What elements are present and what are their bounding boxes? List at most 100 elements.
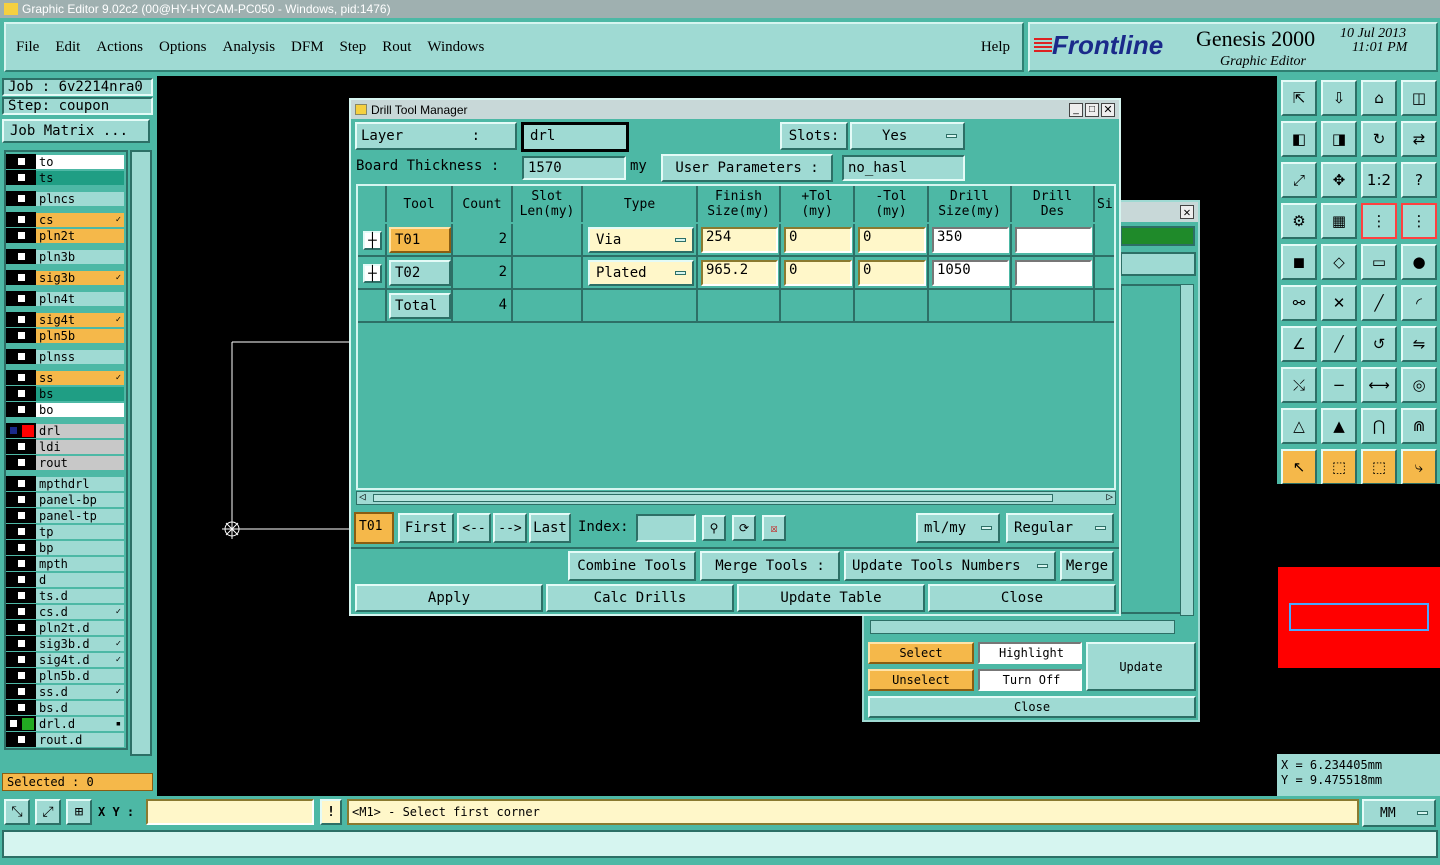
- layer-checkbox-cell[interactable]: [6, 620, 36, 635]
- arch-icon[interactable]: ⋂: [1361, 408, 1397, 444]
- select-box-icon[interactable]: ⬚: [1321, 449, 1357, 485]
- layer-name[interactable]: cs: [36, 212, 124, 227]
- layer-input[interactable]: drl: [521, 122, 629, 152]
- minus-tol-input[interactable]: 0: [858, 260, 926, 286]
- layer-checkbox-cell[interactable]: [6, 312, 36, 327]
- layer-row-bp[interactable]: bp: [6, 540, 124, 555]
- layer-row-sig3b-d[interactable]: sig3b.d ✓: [6, 636, 124, 651]
- next-button[interactable]: -->: [493, 513, 527, 543]
- type-dropdown[interactable]: Via: [588, 227, 694, 253]
- checkbox-icon[interactable]: [15, 654, 27, 665]
- layer-row-to[interactable]: to: [6, 154, 124, 169]
- menu-rout[interactable]: Rout: [382, 39, 411, 56]
- layer-name[interactable]: drl.d: [36, 716, 124, 731]
- slash-icon[interactable]: ╱: [1321, 326, 1357, 362]
- layer-checkbox-cell[interactable]: [6, 524, 36, 539]
- checkbox-icon[interactable]: [15, 638, 27, 649]
- triangle2-icon[interactable]: ▲: [1321, 408, 1357, 444]
- measure-icon[interactable]: ⤢: [35, 799, 61, 825]
- help-icon[interactable]: ?: [1401, 162, 1437, 198]
- layer-name[interactable]: bp: [36, 540, 124, 555]
- thickness-input[interactable]: 1570: [522, 156, 626, 180]
- menu-file[interactable]: File: [16, 39, 39, 56]
- layer-row-sig4t[interactable]: sig4t ✓: [6, 312, 124, 327]
- layer-row-drl-d[interactable]: drl.d ▪: [6, 716, 124, 731]
- turn-off-button[interactable]: Turn Off: [978, 669, 1082, 691]
- layer-name[interactable]: ts: [36, 170, 124, 185]
- layer-row-ldi[interactable]: ldi: [6, 439, 124, 454]
- erase-icon[interactable]: ◇: [1321, 244, 1357, 280]
- layer-checkbox-cell[interactable]: [6, 154, 36, 169]
- layer-checkbox-cell[interactable]: [6, 652, 36, 667]
- tool-t01[interactable]: T01: [389, 227, 451, 253]
- layer-row-ts-d[interactable]: ts.d: [6, 588, 124, 603]
- checkbox-icon[interactable]: [15, 702, 27, 713]
- layer-checkbox-cell[interactable]: [6, 732, 36, 747]
- layer-checkbox-cell[interactable]: [6, 684, 36, 699]
- update-numbers-dropdown[interactable]: Update Tools Numbers: [844, 551, 1056, 581]
- layer-row-sig4t-d[interactable]: sig4t.d ✓: [6, 652, 124, 667]
- menu-edit[interactable]: Edit: [55, 39, 80, 56]
- layer-row-mpthdrl[interactable]: mpthdrl: [6, 476, 124, 491]
- user-params-button[interactable]: User Parameters :: [661, 154, 833, 182]
- layer-checkbox-cell[interactable]: [6, 423, 36, 438]
- layer-checkbox-cell[interactable]: [6, 556, 36, 571]
- layer-name[interactable]: bs: [36, 386, 124, 401]
- checkbox-icon[interactable]: [15, 478, 27, 489]
- checkbox-icon[interactable]: [15, 314, 27, 325]
- layer-row-d[interactable]: d: [6, 572, 124, 587]
- sub-close-button[interactable]: Close: [868, 696, 1196, 718]
- layer-name[interactable]: rout: [36, 455, 124, 470]
- layer-checkbox-cell[interactable]: [6, 636, 36, 651]
- grid-snap-icon[interactable]: ⊞: [66, 799, 92, 825]
- last-button[interactable]: Last: [529, 513, 571, 543]
- job-matrix-button[interactable]: Job Matrix ...: [2, 119, 150, 143]
- circles-icon[interactable]: ◎: [1401, 367, 1437, 403]
- layer-checkbox-cell[interactable]: [6, 212, 36, 227]
- checkbox-icon[interactable]: [15, 622, 27, 633]
- rotate-icon[interactable]: ↻: [1361, 121, 1397, 157]
- checkbox-icon[interactable]: [15, 558, 27, 569]
- window-icon[interactable]: ◫: [1401, 80, 1437, 116]
- layer-name[interactable]: pln2t: [36, 228, 124, 243]
- checkbox-icon[interactable]: [15, 590, 27, 601]
- grid-icon[interactable]: ▦: [1321, 203, 1357, 239]
- plus-tol-input[interactable]: 0: [784, 227, 852, 253]
- checkbox-icon[interactable]: [15, 734, 27, 745]
- unselect-button[interactable]: Unselect: [868, 669, 974, 691]
- layer-checkbox-cell[interactable]: [6, 349, 36, 364]
- calc-drills-button[interactable]: Calc Drills: [546, 584, 734, 612]
- move-down-icon[interactable]: ⇩: [1321, 80, 1357, 116]
- line-icon[interactable]: ╱: [1361, 285, 1397, 321]
- menu-dfm[interactable]: DFM: [291, 39, 324, 56]
- drill-des-input[interactable]: [1015, 227, 1092, 253]
- select-box2-icon[interactable]: ⬚: [1361, 449, 1397, 485]
- checkbox-icon[interactable]: [15, 686, 27, 697]
- update-button[interactable]: Update: [1086, 642, 1196, 691]
- layer-checkbox-cell[interactable]: [6, 228, 36, 243]
- finish-size-input[interactable]: 254: [701, 227, 778, 253]
- layer-name[interactable]: pln4t: [36, 291, 124, 306]
- highlight-button[interactable]: Highlight: [978, 642, 1082, 664]
- xy-input[interactable]: [146, 799, 314, 825]
- snap-red2-icon[interactable]: ⋮: [1401, 203, 1437, 239]
- layer-name[interactable]: mpthdrl: [36, 476, 124, 491]
- checkbox-icon[interactable]: [15, 193, 27, 204]
- settings-icon[interactable]: ⚙: [1281, 203, 1317, 239]
- menu-actions[interactable]: Actions: [96, 39, 143, 56]
- select-button[interactable]: Select: [868, 642, 974, 664]
- layer-name[interactable]: sig4t: [36, 312, 124, 327]
- maximize-icon[interactable]: □: [1085, 102, 1099, 117]
- layer-row-pln5b[interactable]: pln5b: [6, 328, 124, 343]
- checkbox-icon[interactable]: [15, 542, 27, 553]
- layer-name[interactable]: ss.d: [36, 684, 124, 699]
- layer-scrollbar[interactable]: [130, 150, 152, 756]
- layer-name[interactable]: sig3b.d: [36, 636, 124, 651]
- layer-checkbox-cell[interactable]: [6, 270, 36, 285]
- sidebar-right-icon[interactable]: ◨: [1321, 121, 1357, 157]
- layer-checkbox-cell[interactable]: [6, 370, 36, 385]
- checkbox-icon[interactable]: [15, 574, 27, 585]
- checkbox-icon[interactable]: [15, 351, 27, 362]
- layer-name[interactable]: drl: [36, 423, 124, 438]
- drill-size-input[interactable]: 350: [932, 227, 1009, 253]
